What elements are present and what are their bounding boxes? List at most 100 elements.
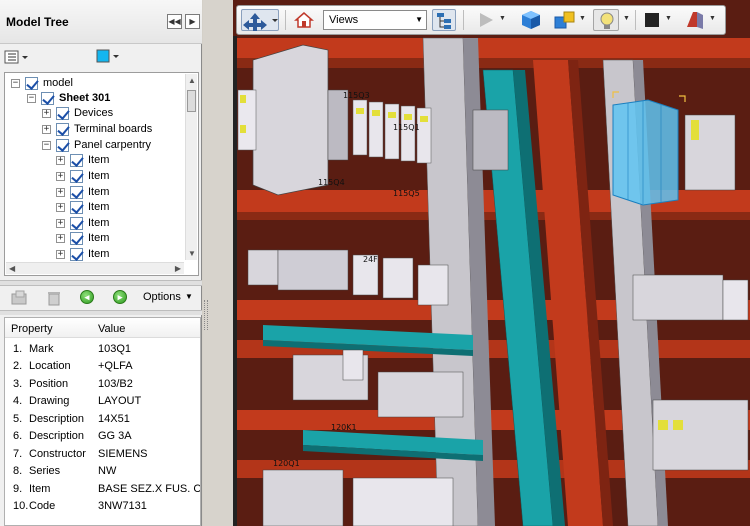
row-number: 6. (13, 430, 23, 442)
scroll-up-arrow-icon[interactable]: ▲ (188, 76, 196, 85)
expand-toggle-icon[interactable]: + (42, 109, 51, 118)
expand-toggle-icon[interactable]: + (56, 250, 65, 259)
trash-icon[interactable] (46, 290, 62, 309)
visibility-checkbox[interactable] (25, 77, 38, 90)
visibility-checkbox[interactable] (70, 217, 83, 230)
visibility-checkbox[interactable] (70, 154, 83, 167)
color-swatch-icon[interactable] (96, 48, 124, 66)
model-display-button[interactable] (553, 9, 577, 31)
chevron-down-icon[interactable]: ▼ (415, 15, 423, 24)
list-view-icon[interactable] (4, 48, 32, 66)
options-menu-button[interactable]: Options (143, 291, 181, 303)
table-row[interactable]: 6. Description GG 3A (5, 428, 200, 445)
visibility-checkbox[interactable] (41, 92, 54, 105)
visibility-checkbox[interactable] (56, 139, 69, 152)
resize-grip-icon[interactable] (204, 300, 208, 330)
panel-splitter[interactable] (0, 280, 202, 286)
model-tree-toggle-button[interactable] (432, 9, 456, 31)
tree-node-label: Item (88, 201, 110, 213)
visibility-checkbox[interactable] (70, 170, 83, 183)
tree-node-label: Terminal boards (74, 123, 153, 135)
table-row[interactable]: 2. Location +QLFA (5, 358, 200, 375)
collapse-panel-button[interactable]: ◀◀ (167, 14, 182, 29)
toolbar-separator (285, 10, 286, 30)
background-color-button[interactable] (641, 9, 663, 31)
table-row[interactable]: 4. Drawing LAYOUT (5, 393, 200, 410)
next-arrow-icon[interactable]: ▸ (113, 290, 127, 304)
row-number: 7. (13, 448, 23, 460)
device-label: 115Q5 (393, 189, 420, 198)
tree-node-label: Devices (74, 107, 114, 119)
property-name: Item (29, 483, 51, 495)
row-number: 1. (13, 343, 23, 355)
chevron-down-icon[interactable]: ▼ (623, 15, 630, 22)
expand-toggle-icon[interactable]: + (42, 125, 51, 134)
visibility-checkbox[interactable] (56, 123, 69, 136)
visibility-checkbox[interactable] (70, 232, 83, 245)
panel-header: Model Tree ◀◀ ▶ (0, 0, 202, 44)
collapse-toggle-icon[interactable]: − (27, 94, 36, 103)
scroll-left-arrow-icon[interactable]: ◀ (9, 264, 15, 273)
property-value: 3NW7131 (98, 500, 147, 512)
row-number: 3. (13, 378, 23, 390)
chevron-down-icon[interactable]: ▼ (185, 292, 193, 301)
chevron-down-icon[interactable]: ▼ (579, 15, 586, 22)
collapse-toggle-icon[interactable]: − (42, 141, 51, 150)
lighting-button[interactable] (593, 9, 619, 31)
table-row[interactable]: 8. Series NW (5, 463, 200, 480)
next-panel-button[interactable]: ▶ (185, 14, 200, 29)
panel-resize-sash[interactable] (203, 0, 233, 526)
table-row[interactable]: 10. Code 3NW7131 (5, 498, 200, 515)
home-button[interactable] (293, 9, 315, 31)
chevron-down-icon[interactable]: ▼ (665, 15, 672, 22)
row-number: 4. (13, 395, 23, 407)
expand-toggle-icon[interactable]: + (56, 203, 65, 212)
expand-toggle-icon[interactable]: + (56, 172, 65, 181)
device-label: 115Q3 (343, 91, 370, 100)
home-icon (294, 12, 314, 28)
scroll-thumb[interactable] (187, 90, 196, 112)
column-header-value[interactable]: Value (98, 323, 125, 335)
expand-toggle-icon[interactable]: + (56, 219, 65, 228)
tree-node-label: Item (88, 217, 110, 229)
tree-node-label: Sheet 301 (59, 92, 111, 104)
3d-scene[interactable]: 115Q3 115Q4 115Q5 120K1 120Q1 24F 115Q1 (233, 0, 750, 526)
rotate-icon (243, 13, 278, 31)
chevron-down-icon[interactable]: ▼ (709, 15, 716, 22)
scroll-right-arrow-icon[interactable]: ▶ (175, 264, 181, 273)
views-dropdown[interactable]: Views ▼ (323, 10, 427, 30)
model-tree-panel: Model Tree ◀◀ ▶ − model − Sheet 301 + De… (0, 0, 202, 526)
selected-device[interactable] (612, 91, 686, 206)
expand-toggle-icon[interactable]: + (56, 188, 65, 197)
table-row[interactable]: 9. Item BASE SEZ.X FUS. CILIN (5, 481, 200, 498)
visibility-checkbox[interactable] (70, 248, 83, 261)
cross-section-button[interactable] (683, 9, 707, 31)
chevron-down-icon[interactable]: ▼ (499, 15, 506, 22)
model-render-button[interactable] (519, 9, 543, 31)
scroll-down-arrow-icon[interactable]: ▼ (188, 249, 196, 258)
property-name: Mark (29, 343, 54, 355)
visibility-checkbox[interactable] (56, 107, 69, 120)
isolate-icon[interactable] (10, 290, 32, 309)
collapse-toggle-icon[interactable]: − (11, 79, 20, 88)
property-value: 103/B2 (98, 378, 133, 390)
table-row[interactable]: 1. Mark 103Q1 (5, 341, 200, 358)
table-row[interactable]: 5. Description 14X51 (5, 411, 200, 428)
tree-horizontal-scrollbar[interactable]: ◀ ▶ (6, 262, 184, 274)
row-number: 9. (13, 483, 23, 495)
table-row[interactable]: 3. Position 103/B2 (5, 376, 200, 393)
column-header-property[interactable]: Property (11, 323, 53, 335)
table-row[interactable]: 7. Constructor SIEMENS (5, 446, 200, 463)
play-animation-button[interactable] (475, 9, 497, 31)
3d-viewport[interactable]: 115Q3 115Q4 115Q5 120K1 120Q1 24F 115Q1 (233, 0, 750, 526)
panel-splitter[interactable] (0, 310, 202, 315)
property-name: Code (29, 500, 56, 512)
tree-vertical-scrollbar[interactable]: ▲ ▼ (185, 74, 197, 260)
tree-tools-bar: ◂ ▸ Options ▼ (0, 287, 202, 309)
expand-toggle-icon[interactable]: + (56, 156, 65, 165)
expand-toggle-icon[interactable]: + (56, 234, 65, 243)
previous-arrow-icon[interactable]: ◂ (80, 290, 94, 304)
visibility-checkbox[interactable] (70, 186, 83, 199)
visibility-checkbox[interactable] (70, 201, 83, 214)
navigate-tool-button[interactable] (241, 9, 279, 31)
